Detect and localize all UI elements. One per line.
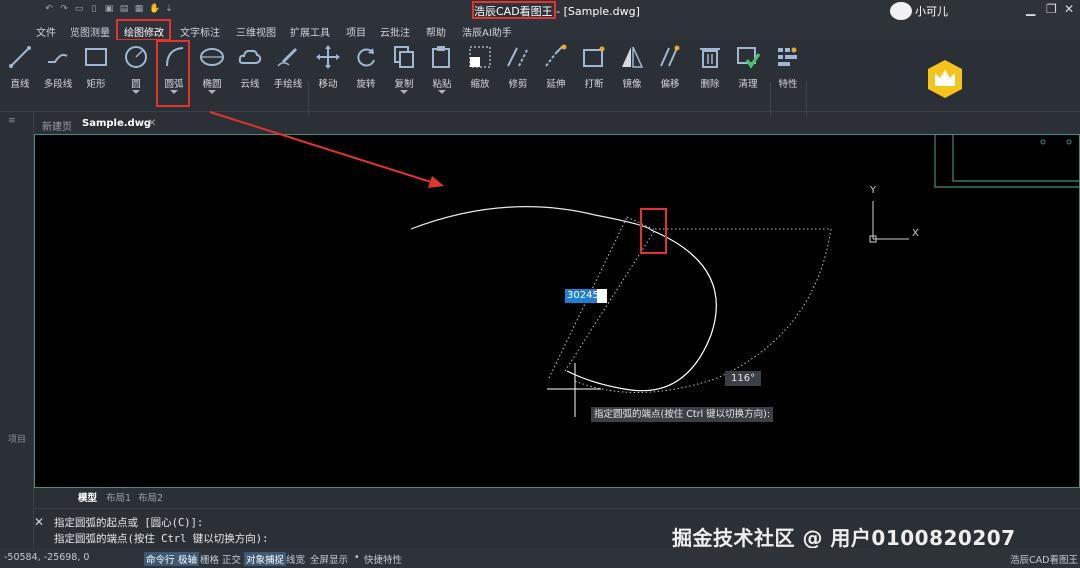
cursor-coordinates: -50584, -25698, 0 bbox=[4, 552, 90, 563]
status-bar: -50584, -25698, 0 命令行 极轴 栅格 正交 对象捕捉 线宽 全… bbox=[0, 548, 1080, 568]
command-history-line: 指定圆弧的起点或 [圆心(C)]: bbox=[54, 517, 204, 529]
status-fullscreen[interactable]: 全屏显示 bbox=[310, 552, 348, 566]
status-lineweight[interactable]: 线宽 bbox=[286, 552, 305, 566]
tab-layout2[interactable]: 布局2 bbox=[138, 490, 163, 504]
status-osnap[interactable]: 对象捕捉 bbox=[244, 552, 287, 566]
annotation-arrow-line bbox=[209, 111, 435, 184]
annotation-arrow-overlay bbox=[209, 111, 444, 188]
watermark-text: 掘金技术社区 @ 用户0100820207 bbox=[672, 526, 1016, 550]
tab-layout1[interactable]: 布局1 bbox=[106, 490, 131, 504]
app-window: ↶ ↷ ▭ ▯ ▣ ▤ ▦ ✋ ⇣ 浩辰CAD看图王 - [Sample.dwg… bbox=[0, 0, 1080, 568]
command-prompt-line[interactable]: 指定圆弧的端点(按住 Ctrl 键以切换方向): bbox=[54, 531, 268, 546]
status-ortho[interactable]: 正交 bbox=[222, 552, 241, 566]
annotation-arrow-head bbox=[428, 176, 444, 188]
status-grid[interactable]: 栅格 bbox=[200, 552, 219, 566]
tab-model[interactable]: 模型 bbox=[78, 490, 97, 504]
status-quickprops[interactable]: 快捷特性 bbox=[364, 552, 402, 566]
layout-tabs: 模型 布局1 布局2 bbox=[34, 489, 1080, 504]
status-app-name: 浩辰CAD看图王 bbox=[1010, 555, 1078, 566]
status-dot-icon: • bbox=[354, 552, 360, 563]
status-cmdline[interactable]: 命令行 bbox=[144, 552, 177, 566]
command-close-icon[interactable]: ✕ bbox=[34, 515, 44, 529]
status-polar[interactable]: 极轴 bbox=[176, 552, 200, 566]
